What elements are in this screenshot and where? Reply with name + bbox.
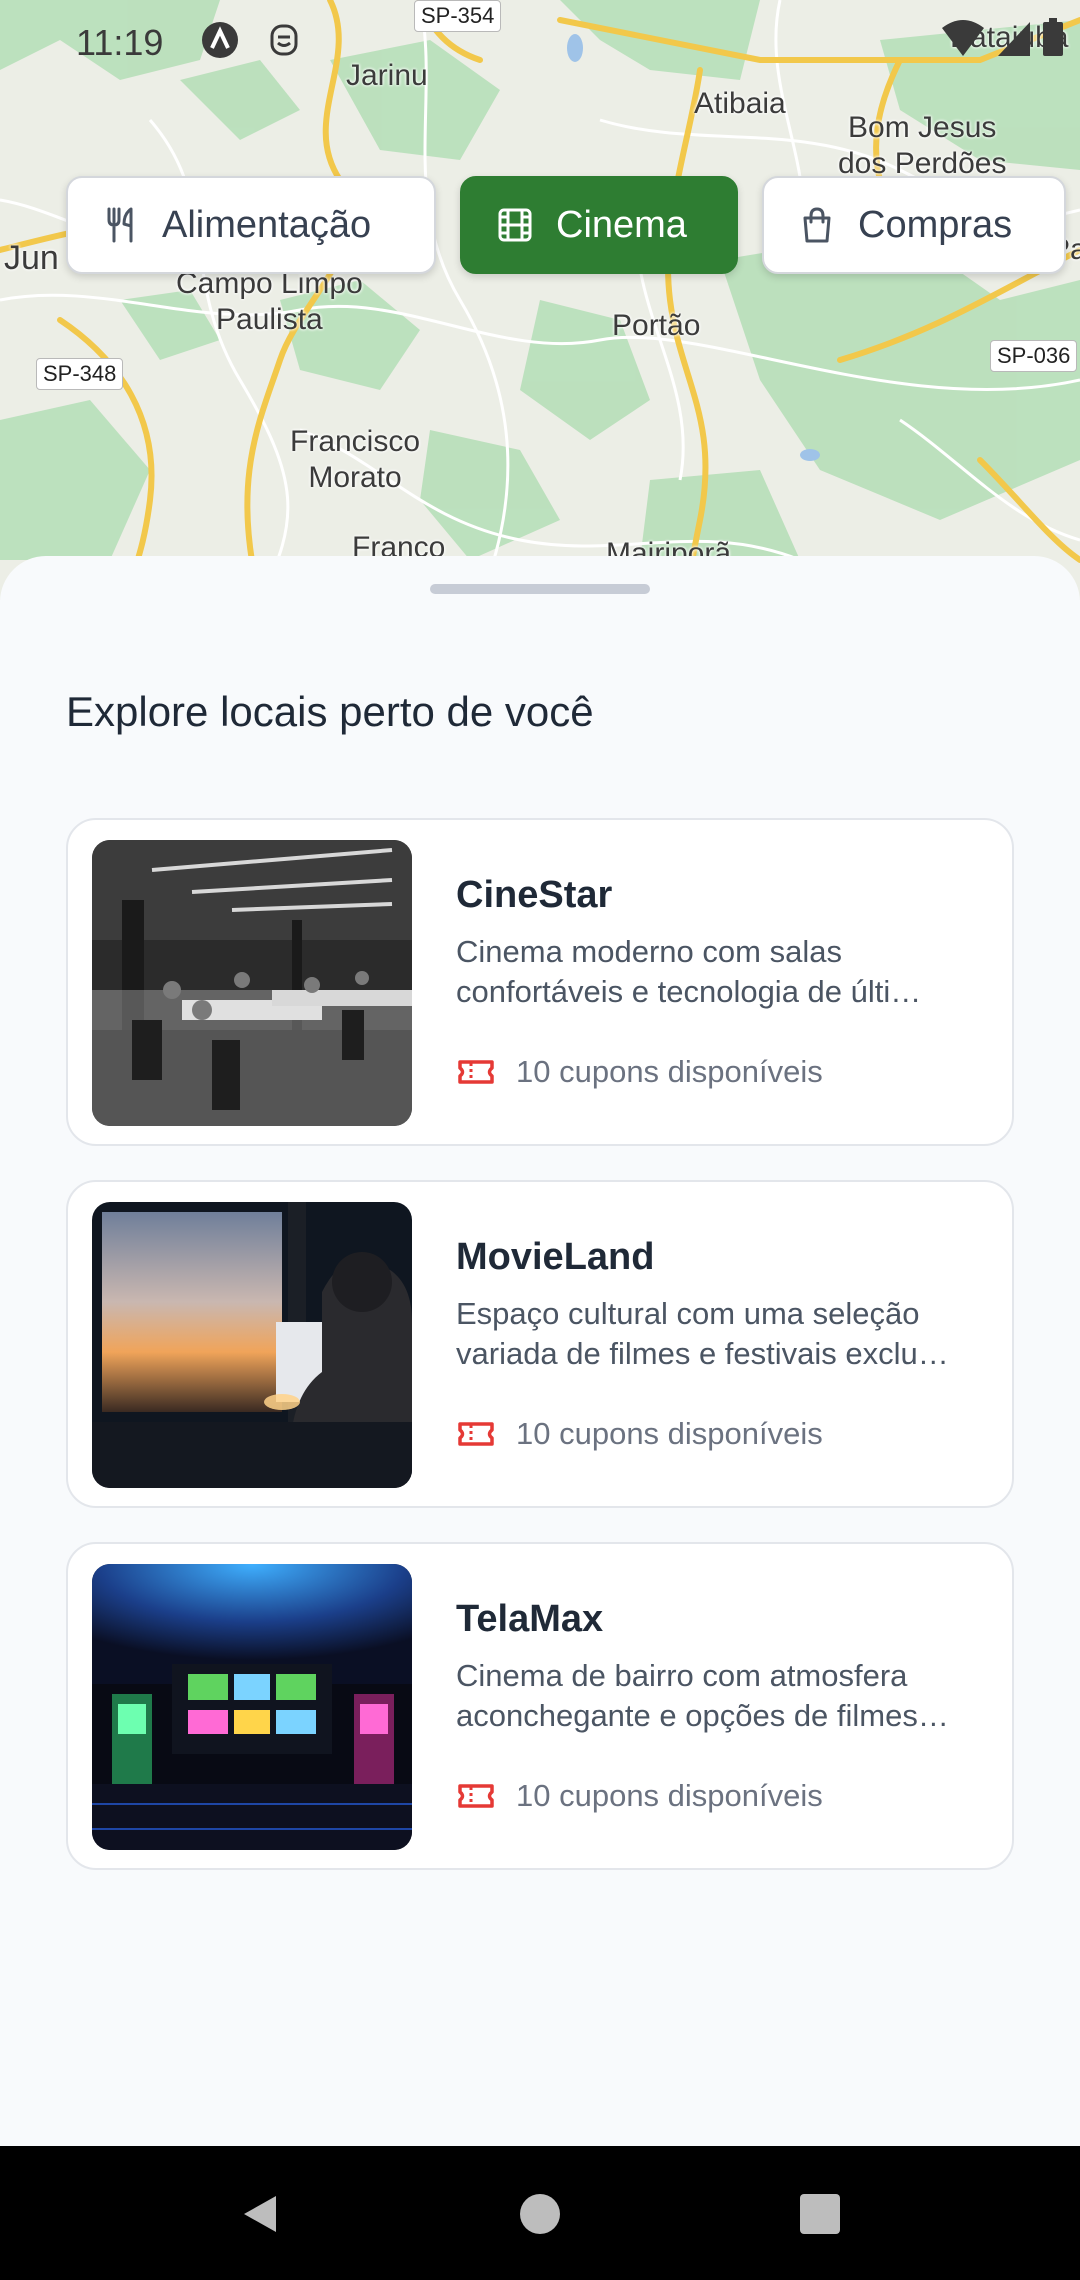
coupon-count-label: 10 cupons disponíveis — [516, 1778, 823, 1813]
coupon-count: 10 cupons disponíveis — [456, 1414, 823, 1454]
category-chip-cinema[interactable]: Cinema — [460, 176, 738, 274]
category-label: Cinema — [556, 203, 687, 246]
place-card-cinestar[interactable]: CineStar Cinema moderno com salas confor… — [66, 818, 1014, 1146]
map-label-jundiai: Jun — [4, 239, 59, 277]
a-logo-icon — [202, 22, 238, 58]
place-thumbnail — [92, 1564, 412, 1850]
ticket-icon — [458, 1060, 494, 1084]
recents-icon[interactable] — [796, 2190, 844, 2238]
sheet-drag-handle[interactable] — [430, 584, 650, 594]
sunset-desk-photo — [92, 1202, 412, 1488]
coupon-count-label: 10 cupons disponíveis — [516, 1054, 823, 1089]
battery-icon — [1043, 18, 1063, 56]
ticket-icon — [458, 1784, 494, 1808]
face-icon — [270, 24, 298, 56]
place-thumbnail — [92, 840, 412, 1126]
place-card-movieland[interactable]: MovieLand Espaço cultural com uma seleçã… — [66, 1180, 1014, 1508]
bottom-sheet[interactable]: Explore locais perto de você CineStar Ci… — [0, 556, 1080, 2146]
place-description: Cinema de bairro com atmosfera aconchega… — [456, 1656, 996, 1736]
map-label-atibaia: Atibaia — [694, 87, 786, 120]
status-bar: 11:19 — [0, 0, 1080, 84]
place-description-line: aconchegante e opções de filmes… — [456, 1698, 949, 1733]
wifi-icon — [942, 20, 984, 56]
film-icon — [498, 208, 532, 242]
status-time: 11:19 — [76, 22, 164, 63]
coupon-count: 10 cupons disponíveis — [456, 1052, 823, 1092]
road-shield-sp348: SP-348 — [36, 358, 124, 390]
category-chip-compras[interactable]: Compras — [762, 176, 1066, 274]
office-photo — [92, 840, 412, 1126]
coupon-count-label: 10 cupons disponíveis — [516, 1416, 823, 1451]
map-label-bom-jesus: Bom Jesus dos Perdões — [838, 111, 1007, 180]
place-description: Cinema moderno com salas confortáveis e … — [456, 932, 996, 1012]
ticket-icon — [458, 1422, 494, 1446]
place-description-line: Cinema moderno com salas — [456, 934, 842, 969]
system-navigation-bar — [0, 2146, 1080, 2280]
map-label-campo-limpo: Campo Limpo Paulista — [176, 267, 363, 336]
category-label: Compras — [858, 203, 1013, 246]
place-description-line: confortáveis e tecnologia de últi… — [456, 974, 922, 1009]
place-thumbnail — [92, 1202, 412, 1488]
fork-knife-icon — [107, 207, 133, 243]
place-name: CineStar — [456, 874, 613, 916]
signal-icon — [998, 22, 1030, 56]
road-shield-sp036: SP-036 — [990, 340, 1078, 372]
place-description: Espaço cultural com uma seleção variada … — [456, 1294, 996, 1374]
place-description-line: variada de filmes e festivais exclu… — [456, 1336, 949, 1371]
shopping-bag-icon — [803, 207, 831, 243]
category-label: Alimentação — [162, 203, 372, 246]
place-description-line: Espaço cultural com uma seleção — [456, 1296, 920, 1331]
place-name: MovieLand — [456, 1236, 655, 1278]
map-label-portao: Portão — [612, 309, 701, 342]
back-icon[interactable] — [236, 2190, 284, 2238]
arcade-room-photo — [92, 1564, 412, 1850]
category-chip-alimentacao[interactable]: Alimentação — [66, 176, 436, 274]
place-card-telamax[interactable]: TelaMax Cinema de bairro com atmosfera a… — [66, 1542, 1014, 1870]
sheet-title: Explore locais perto de você — [66, 688, 594, 735]
home-icon[interactable] — [516, 2190, 564, 2238]
coupon-count: 10 cupons disponíveis — [456, 1776, 823, 1816]
place-name: TelaMax — [456, 1598, 604, 1640]
map-label-francisco-morato: Francisco Morato — [290, 425, 421, 494]
place-description-line: Cinema de bairro com atmosfera — [456, 1658, 908, 1693]
map-background — [0, 0, 1080, 600]
map-view[interactable]: Jarinu Atibaia Bom Jesus dos Perdões Camp… — [0, 0, 1080, 600]
